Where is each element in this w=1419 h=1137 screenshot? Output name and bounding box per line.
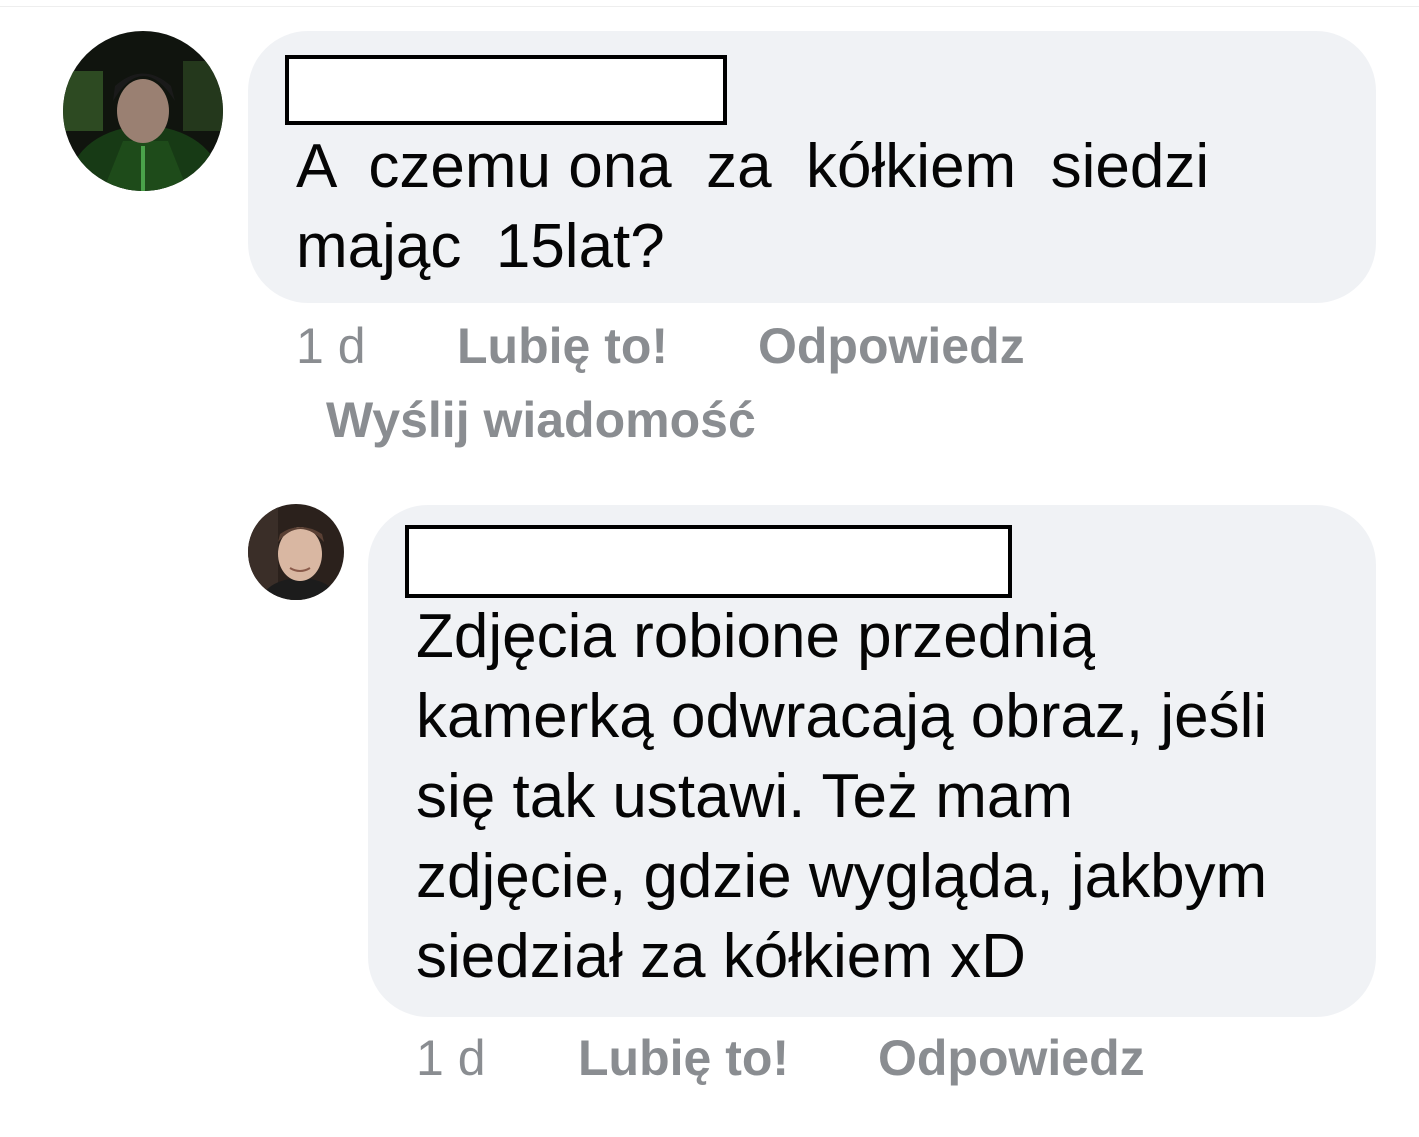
top-divider — [0, 6, 1419, 7]
reply-button[interactable]: Odpowiedz — [758, 316, 1025, 376]
reply-avatar[interactable] — [248, 504, 344, 600]
comment-bubble: A czemu ona za kółkiem siedzi mając 15la… — [248, 31, 1376, 303]
reply-bubble: Zdjęcia robione przednią kamerką odwraca… — [368, 505, 1376, 1017]
comment-line: się tak ustawi. Też mam — [416, 762, 1073, 831]
comment-text: A czemu ona za kółkiem siedzi mając 15la… — [296, 127, 1209, 287]
comment-line: kamerką odwracają obraz, jeśli — [416, 682, 1268, 751]
reply-button[interactable]: Odpowiedz — [878, 1028, 1145, 1088]
redacted-author-name[interactable] — [285, 55, 727, 125]
comment-line: Zdjęcia robione przednią — [416, 602, 1095, 671]
comment-text: Zdjęcia robione przednią kamerką odwraca… — [416, 597, 1267, 997]
comment-timestamp: 1 d — [416, 1030, 486, 1086]
send-message-button[interactable]: Wyślij wiadomość — [326, 390, 756, 450]
like-button[interactable]: Lubię to! — [578, 1028, 789, 1088]
comment-timestamp: 1 d — [296, 318, 366, 374]
comment-line: mając 15lat? — [296, 212, 665, 281]
avatar-photo-2 — [248, 504, 344, 600]
comment-actions: 1 d Lubię to! Odpowiedz Wyślij wiadomość — [0, 316, 1419, 456]
redacted-author-name[interactable] — [405, 525, 1012, 598]
comment-line: siedział za kółkiem xD — [416, 922, 1026, 991]
avatar-photo-1 — [63, 31, 223, 191]
comment-line: A czemu ona za kółkiem siedzi — [296, 132, 1210, 201]
like-button[interactable]: Lubię to! — [457, 316, 668, 376]
reply-actions: 1 d Lubię to! Odpowiedz — [0, 1028, 1419, 1088]
commenter-avatar[interactable] — [63, 31, 223, 191]
comment-line: zdjęcie, gdzie wygląda, jakbym — [416, 842, 1268, 911]
